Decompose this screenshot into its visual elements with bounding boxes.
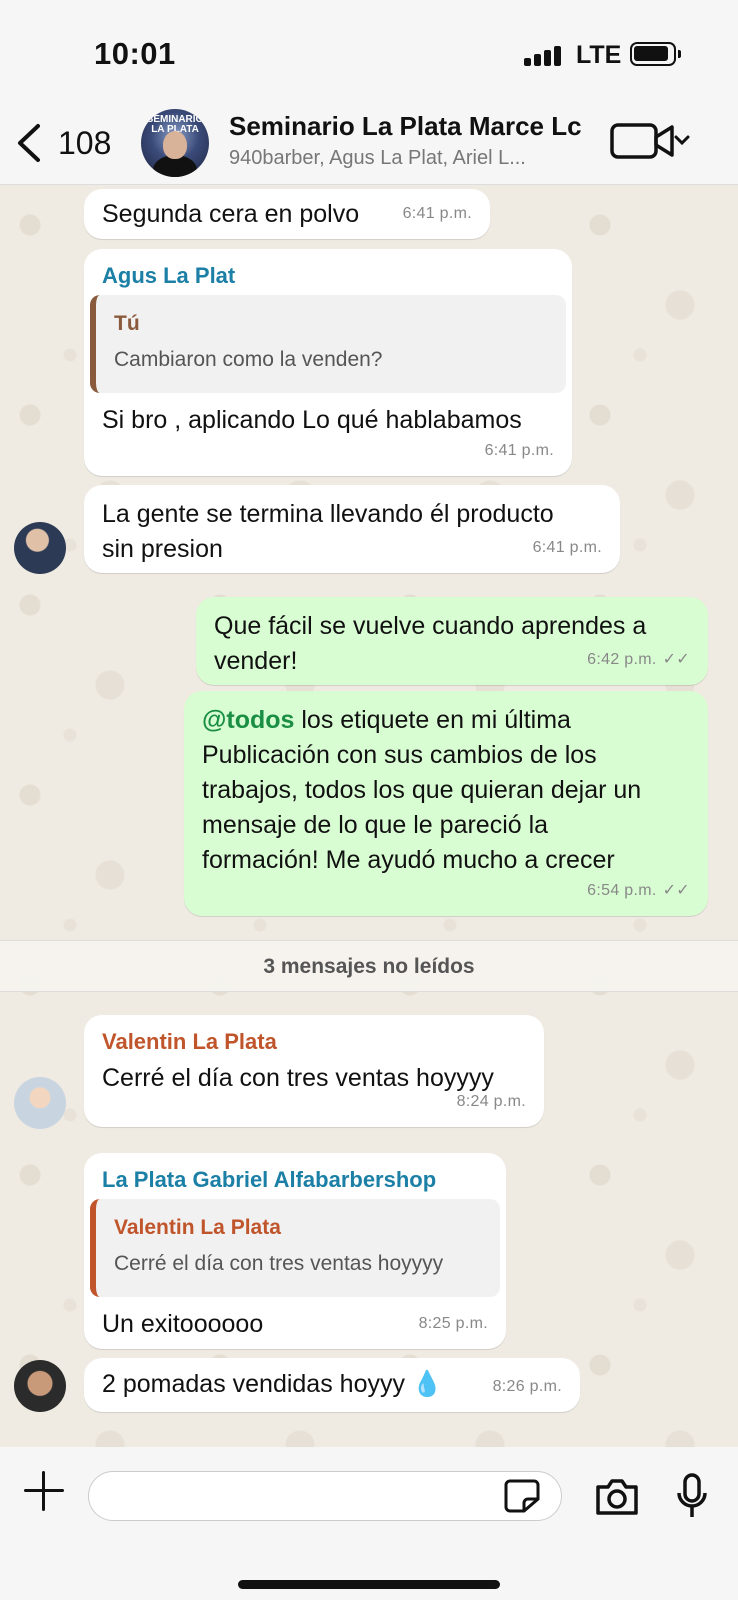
avatar[interactable] bbox=[14, 1360, 66, 1412]
avatar[interactable] bbox=[14, 1077, 66, 1129]
chevron-left-icon bbox=[18, 124, 40, 162]
quoted-message[interactable]: Tú Cambiaron como la venden? bbox=[90, 295, 566, 393]
home-indicator[interactable] bbox=[238, 1580, 500, 1589]
quote-text: Cerré el día con tres ventas hoyyyy bbox=[114, 1252, 444, 1275]
network-label: LTE bbox=[576, 41, 622, 69]
message-text: Publicación con sus cambios de los bbox=[202, 741, 597, 769]
composer-bar bbox=[0, 1447, 738, 1600]
message-list[interactable]: Segunda cera en polvo 6:41 p.m. Agus La … bbox=[0, 185, 738, 1447]
message-bubble-outgoing[interactable]: Que fácil se vuelve cuando aprendes a ve… bbox=[196, 597, 708, 685]
message-text: La gente se termina llevando él producto bbox=[102, 500, 554, 528]
message-text: los etiquete en mi última bbox=[294, 706, 571, 734]
unread-divider: 3 mensajes no leídos bbox=[0, 940, 738, 992]
message-text: 2 pomadas vendidas hoyyy bbox=[102, 1370, 405, 1398]
message-bubble[interactable]: Segunda cera en polvo 6:41 p.m. bbox=[84, 189, 490, 239]
plus-icon[interactable] bbox=[24, 1471, 64, 1511]
message-time: 6:54 p.m. bbox=[587, 882, 657, 899]
message-text: Que fácil se vuelve cuando aprendes a bbox=[214, 612, 647, 640]
message-bubble[interactable]: 2 pomadas vendidas hoyyy 💧 8:26 p.m. bbox=[84, 1358, 580, 1412]
message-text: Segunda cera en polvo bbox=[102, 200, 360, 228]
message-bubble[interactable]: Agus La Plat Tú Cambiaron como la venden… bbox=[84, 249, 572, 476]
quote-author: Tú bbox=[114, 312, 140, 335]
message-bubble-outgoing[interactable]: @todos los etiquete en mi última Publica… bbox=[184, 691, 708, 916]
message-bubble[interactable]: La gente se termina llevando él producto… bbox=[84, 485, 620, 573]
read-ticks-icon: ✓✓ bbox=[662, 882, 690, 899]
message-bubble[interactable]: Valentin La Plata Cerré el día con tres … bbox=[84, 1015, 544, 1127]
droplet-emoji: 💧 bbox=[411, 1370, 444, 1398]
message-time: 6:41 p.m. bbox=[402, 205, 472, 222]
message-time: 8:25 p.m. bbox=[418, 1315, 488, 1332]
message-text: sin presion bbox=[102, 535, 223, 563]
quote-author: Valentin La Plata bbox=[114, 1216, 281, 1239]
signal-icon bbox=[524, 44, 564, 66]
chat-title[interactable]: Seminario La Plata Marce Lc bbox=[229, 111, 589, 142]
quote-text: Cambiaron como la venden? bbox=[114, 348, 383, 371]
avatar-figure-face bbox=[163, 131, 187, 159]
unread-count: 108 bbox=[58, 124, 112, 161]
message-text: trabajos, todos los que quieran dejar un bbox=[202, 776, 642, 804]
group-avatar[interactable]: SEMINARIO LA PLATA bbox=[141, 109, 209, 177]
message-time: 6:42 p.m. bbox=[587, 651, 657, 668]
avatar[interactable] bbox=[14, 522, 66, 574]
message-time: 8:24 p.m. bbox=[456, 1093, 526, 1110]
read-ticks-icon: ✓✓ bbox=[662, 651, 690, 668]
message-time-group: 6:54 p.m. ✓✓ bbox=[587, 873, 690, 908]
message-time: 6:41 p.m. bbox=[532, 539, 602, 556]
status-time: 10:01 bbox=[94, 36, 176, 71]
message-bubble[interactable]: La Plata Gabriel Alfabarbershop Valentin… bbox=[84, 1153, 506, 1349]
mention-link[interactable]: @todos bbox=[202, 706, 294, 734]
sticker-icon[interactable] bbox=[504, 1479, 540, 1513]
sender-name: Valentin La Plata bbox=[102, 1029, 277, 1054]
video-call-icon[interactable] bbox=[610, 121, 690, 161]
chat-members[interactable]: 940barber, Agus La Plat, Ariel L... bbox=[229, 147, 589, 170]
quoted-message[interactable]: Valentin La Plata Cerré el día con tres … bbox=[90, 1199, 500, 1297]
microphone-icon[interactable] bbox=[676, 1473, 708, 1519]
battery-icon bbox=[630, 42, 681, 66]
message-time-group: 6:42 p.m. ✓✓ bbox=[587, 642, 690, 677]
chat-header: 108 SEMINARIO LA PLATA Seminario La Plata… bbox=[0, 105, 738, 185]
message-time: 6:41 p.m. bbox=[484, 442, 554, 459]
status-bar: 10:01 LTE bbox=[0, 0, 738, 105]
message-time: 8:26 p.m. bbox=[492, 1378, 562, 1395]
message-input[interactable] bbox=[88, 1471, 562, 1521]
sender-name: La Plata Gabriel Alfabarbershop bbox=[102, 1167, 437, 1192]
back-button[interactable]: 108 bbox=[14, 119, 114, 167]
sender-name: Agus La Plat bbox=[102, 263, 236, 288]
camera-icon[interactable] bbox=[594, 1477, 640, 1517]
message-text: mensaje de lo que le pareció la bbox=[202, 811, 549, 839]
